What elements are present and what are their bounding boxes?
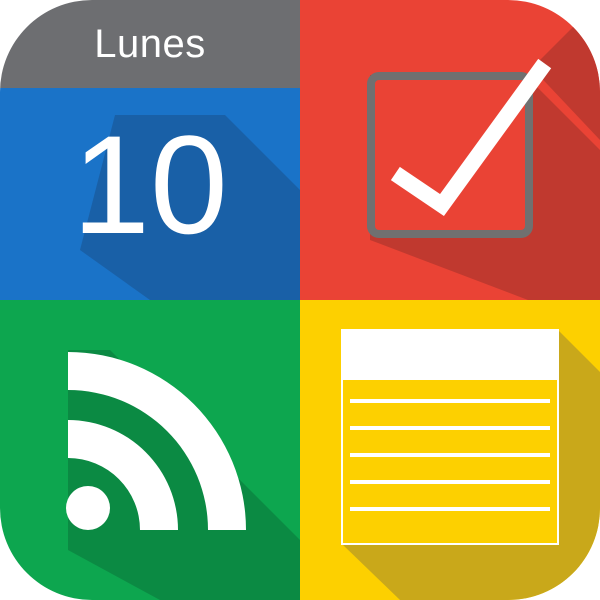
rss-tile[interactable]	[0, 300, 300, 600]
checkbox-checked-icon	[300, 0, 600, 300]
notepad-icon	[300, 300, 600, 600]
notes-tile[interactable]	[300, 300, 600, 600]
app-icon[interactable]: Lunes 10	[0, 0, 600, 600]
tasks-tile[interactable]	[300, 0, 600, 300]
calendar-tile[interactable]: Lunes 10	[0, 0, 300, 300]
calendar-weekday: Lunes	[94, 21, 206, 66]
rss-feed-icon	[0, 300, 300, 600]
calendar-day-number: 10	[72, 106, 228, 263]
